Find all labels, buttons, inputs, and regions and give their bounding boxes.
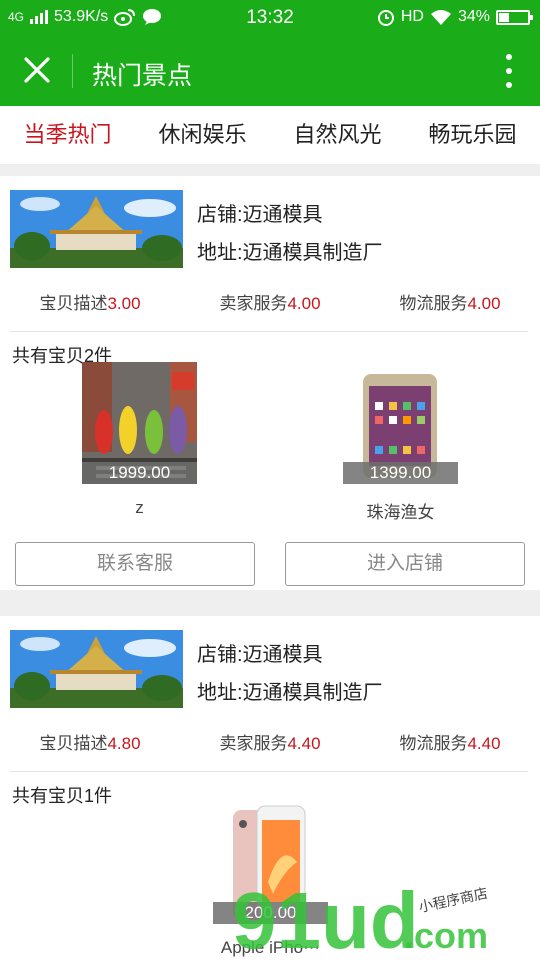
- svg-text:91ud: 91ud: [232, 876, 419, 958]
- product-name: 珠海渔女: [366, 503, 435, 522]
- store-image[interactable]: [10, 190, 183, 268]
- status-bar: 4G 53.9K/s 13:32 HD 34%: [0, 0, 540, 36]
- alarm-icon: [377, 10, 394, 26]
- divider: [10, 771, 528, 772]
- tab-seasonal-hot[interactable]: 当季热门: [0, 106, 135, 164]
- rating-description: 宝贝描述4.80: [39, 734, 141, 753]
- more-vertical-icon[interactable]: [502, 54, 516, 88]
- rating-description: 宝贝描述3.00: [39, 294, 141, 313]
- rating-logistics: 物流服务4.00: [399, 294, 501, 313]
- battery-percent: 34%: [457, 8, 490, 25]
- store-ratings: 宝贝描述4.80 卖家服务4.40 物流服务4.40: [0, 726, 540, 762]
- watermark-logo: 91ud .com 小程序商店: [232, 868, 532, 960]
- store-address: 地址:迈通模具制造厂: [197, 682, 383, 704]
- product-name: z: [135, 498, 144, 517]
- wifi-icon: [430, 10, 451, 25]
- close-icon[interactable]: [20, 53, 54, 87]
- product-image[interactable]: 1999.00: [82, 362, 197, 484]
- product-price: 1999.00: [82, 462, 197, 484]
- store-image[interactable]: [10, 630, 183, 708]
- store-ratings: 宝贝描述3.00 卖家服务4.00 物流服务4.00: [0, 286, 540, 322]
- tab-leisure[interactable]: 休闲娱乐: [135, 106, 270, 164]
- hd-indicator: HD: [400, 8, 424, 25]
- rating-logistics: 物流服务4.40: [399, 734, 501, 753]
- tab-nature[interactable]: 自然风光: [270, 106, 405, 164]
- contact-service-button[interactable]: 联系客服: [15, 542, 255, 586]
- divider: [10, 331, 528, 332]
- tab-theme-park[interactable]: 畅玩乐园: [405, 106, 540, 164]
- category-tabs: 当季热门 休闲娱乐 自然风光 畅玩乐园: [0, 106, 540, 164]
- store-address: 地址:迈通模具制造厂: [197, 242, 383, 264]
- svg-text:.com: .com: [404, 915, 488, 956]
- product-price: 1399.00: [343, 462, 458, 484]
- product-count: 共有宝贝1件: [12, 786, 113, 806]
- store-name: 店铺:迈通模具: [197, 644, 323, 666]
- store-card: 店铺:迈通模具 地址:迈通模具制造厂 宝贝描述3.00 卖家服务4.00 物流服…: [0, 176, 540, 590]
- rating-seller-service: 卖家服务4.00: [219, 294, 321, 313]
- product-item[interactable]: 1399.00 珠海渔女: [343, 362, 458, 523]
- enter-store-button[interactable]: 进入店铺: [285, 542, 525, 586]
- page-title: 热门景点: [92, 62, 193, 90]
- store-name: 店铺:迈通模具: [197, 204, 323, 226]
- rating-seller-service: 卖家服务4.40: [219, 734, 321, 753]
- battery-icon: [496, 9, 533, 25]
- svg-text:小程序商店: 小程序商店: [418, 886, 490, 916]
- product-item[interactable]: 1999.00 z: [82, 362, 197, 518]
- title-bar: 热门景点: [0, 36, 540, 106]
- product-image[interactable]: 1399.00: [343, 362, 458, 484]
- title-separator: [72, 54, 73, 88]
